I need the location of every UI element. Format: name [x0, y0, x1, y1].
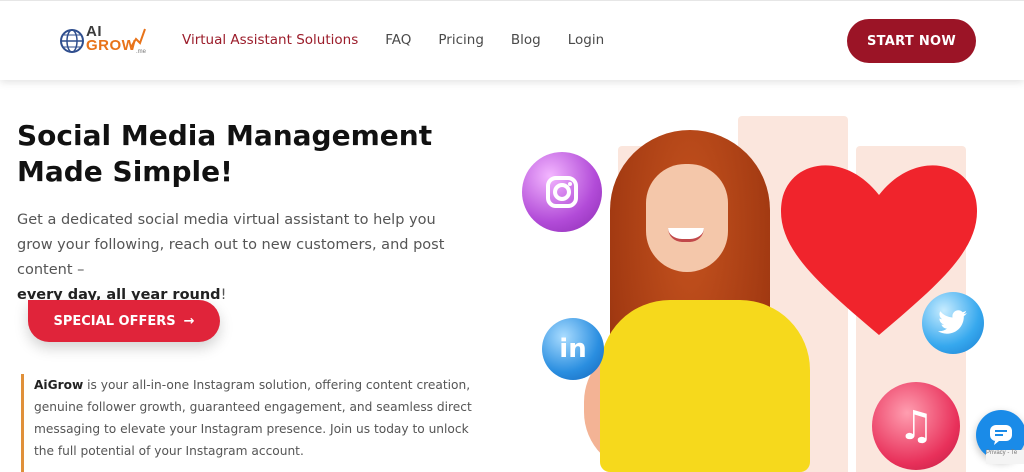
- linkedin-icon: in: [542, 318, 604, 380]
- main-nav: Virtual Assistant Solutions FAQ Pricing …: [182, 32, 604, 48]
- nav-virtual-assistant-solutions[interactable]: Virtual Assistant Solutions: [182, 32, 358, 48]
- about-blurb: AiGrow is your all-in-one Instagram solu…: [21, 374, 491, 472]
- special-offers-label: SPECIAL OFFERS: [53, 313, 176, 329]
- hero-lead: Get a dedicated social media virtual ass…: [17, 208, 457, 308]
- about-text: is your all-in-one Instagram solution, o…: [34, 378, 472, 458]
- chat-icon: [990, 425, 1012, 445]
- arrow-right-icon: →: [183, 313, 195, 329]
- tiktok-icon: ♫: [872, 382, 960, 470]
- twitter-icon: [922, 292, 984, 354]
- woman-face: [646, 164, 728, 272]
- instagram-icon: [522, 152, 602, 232]
- nav-pricing[interactable]: Pricing: [438, 32, 484, 48]
- nav-blog[interactable]: Blog: [511, 32, 541, 48]
- recaptcha-badge[interactable]: Privacy - Te: [986, 450, 1024, 464]
- site-header: AI GROW .me Virtual Assistant Solutions …: [0, 0, 1024, 80]
- hero-illustration: in ♫: [500, 100, 1024, 472]
- hero-title-line-1: Social Media Management: [17, 119, 433, 152]
- special-offers-button[interactable]: SPECIAL OFFERS →: [28, 300, 220, 342]
- nav-faq[interactable]: FAQ: [385, 32, 411, 48]
- logo-suffix: .me: [136, 49, 147, 55]
- logo-text: AI GROW: [86, 24, 137, 54]
- nav-login[interactable]: Login: [568, 32, 604, 48]
- growth-arrow-icon: [130, 28, 146, 48]
- globe-icon: [60, 29, 84, 53]
- aigrow-logo[interactable]: AI GROW .me: [58, 24, 150, 59]
- lead-text: Get a dedicated social media virtual ass…: [17, 212, 445, 278]
- lead-end: !: [220, 287, 227, 303]
- about-brand: AiGrow: [34, 378, 84, 392]
- start-now-button[interactable]: START NOW: [847, 19, 976, 63]
- hero-title: Social Media Management Made Simple!: [17, 118, 487, 190]
- logo-line-2: GROW: [86, 37, 137, 54]
- hero-title-line-2: Made Simple!: [17, 155, 233, 188]
